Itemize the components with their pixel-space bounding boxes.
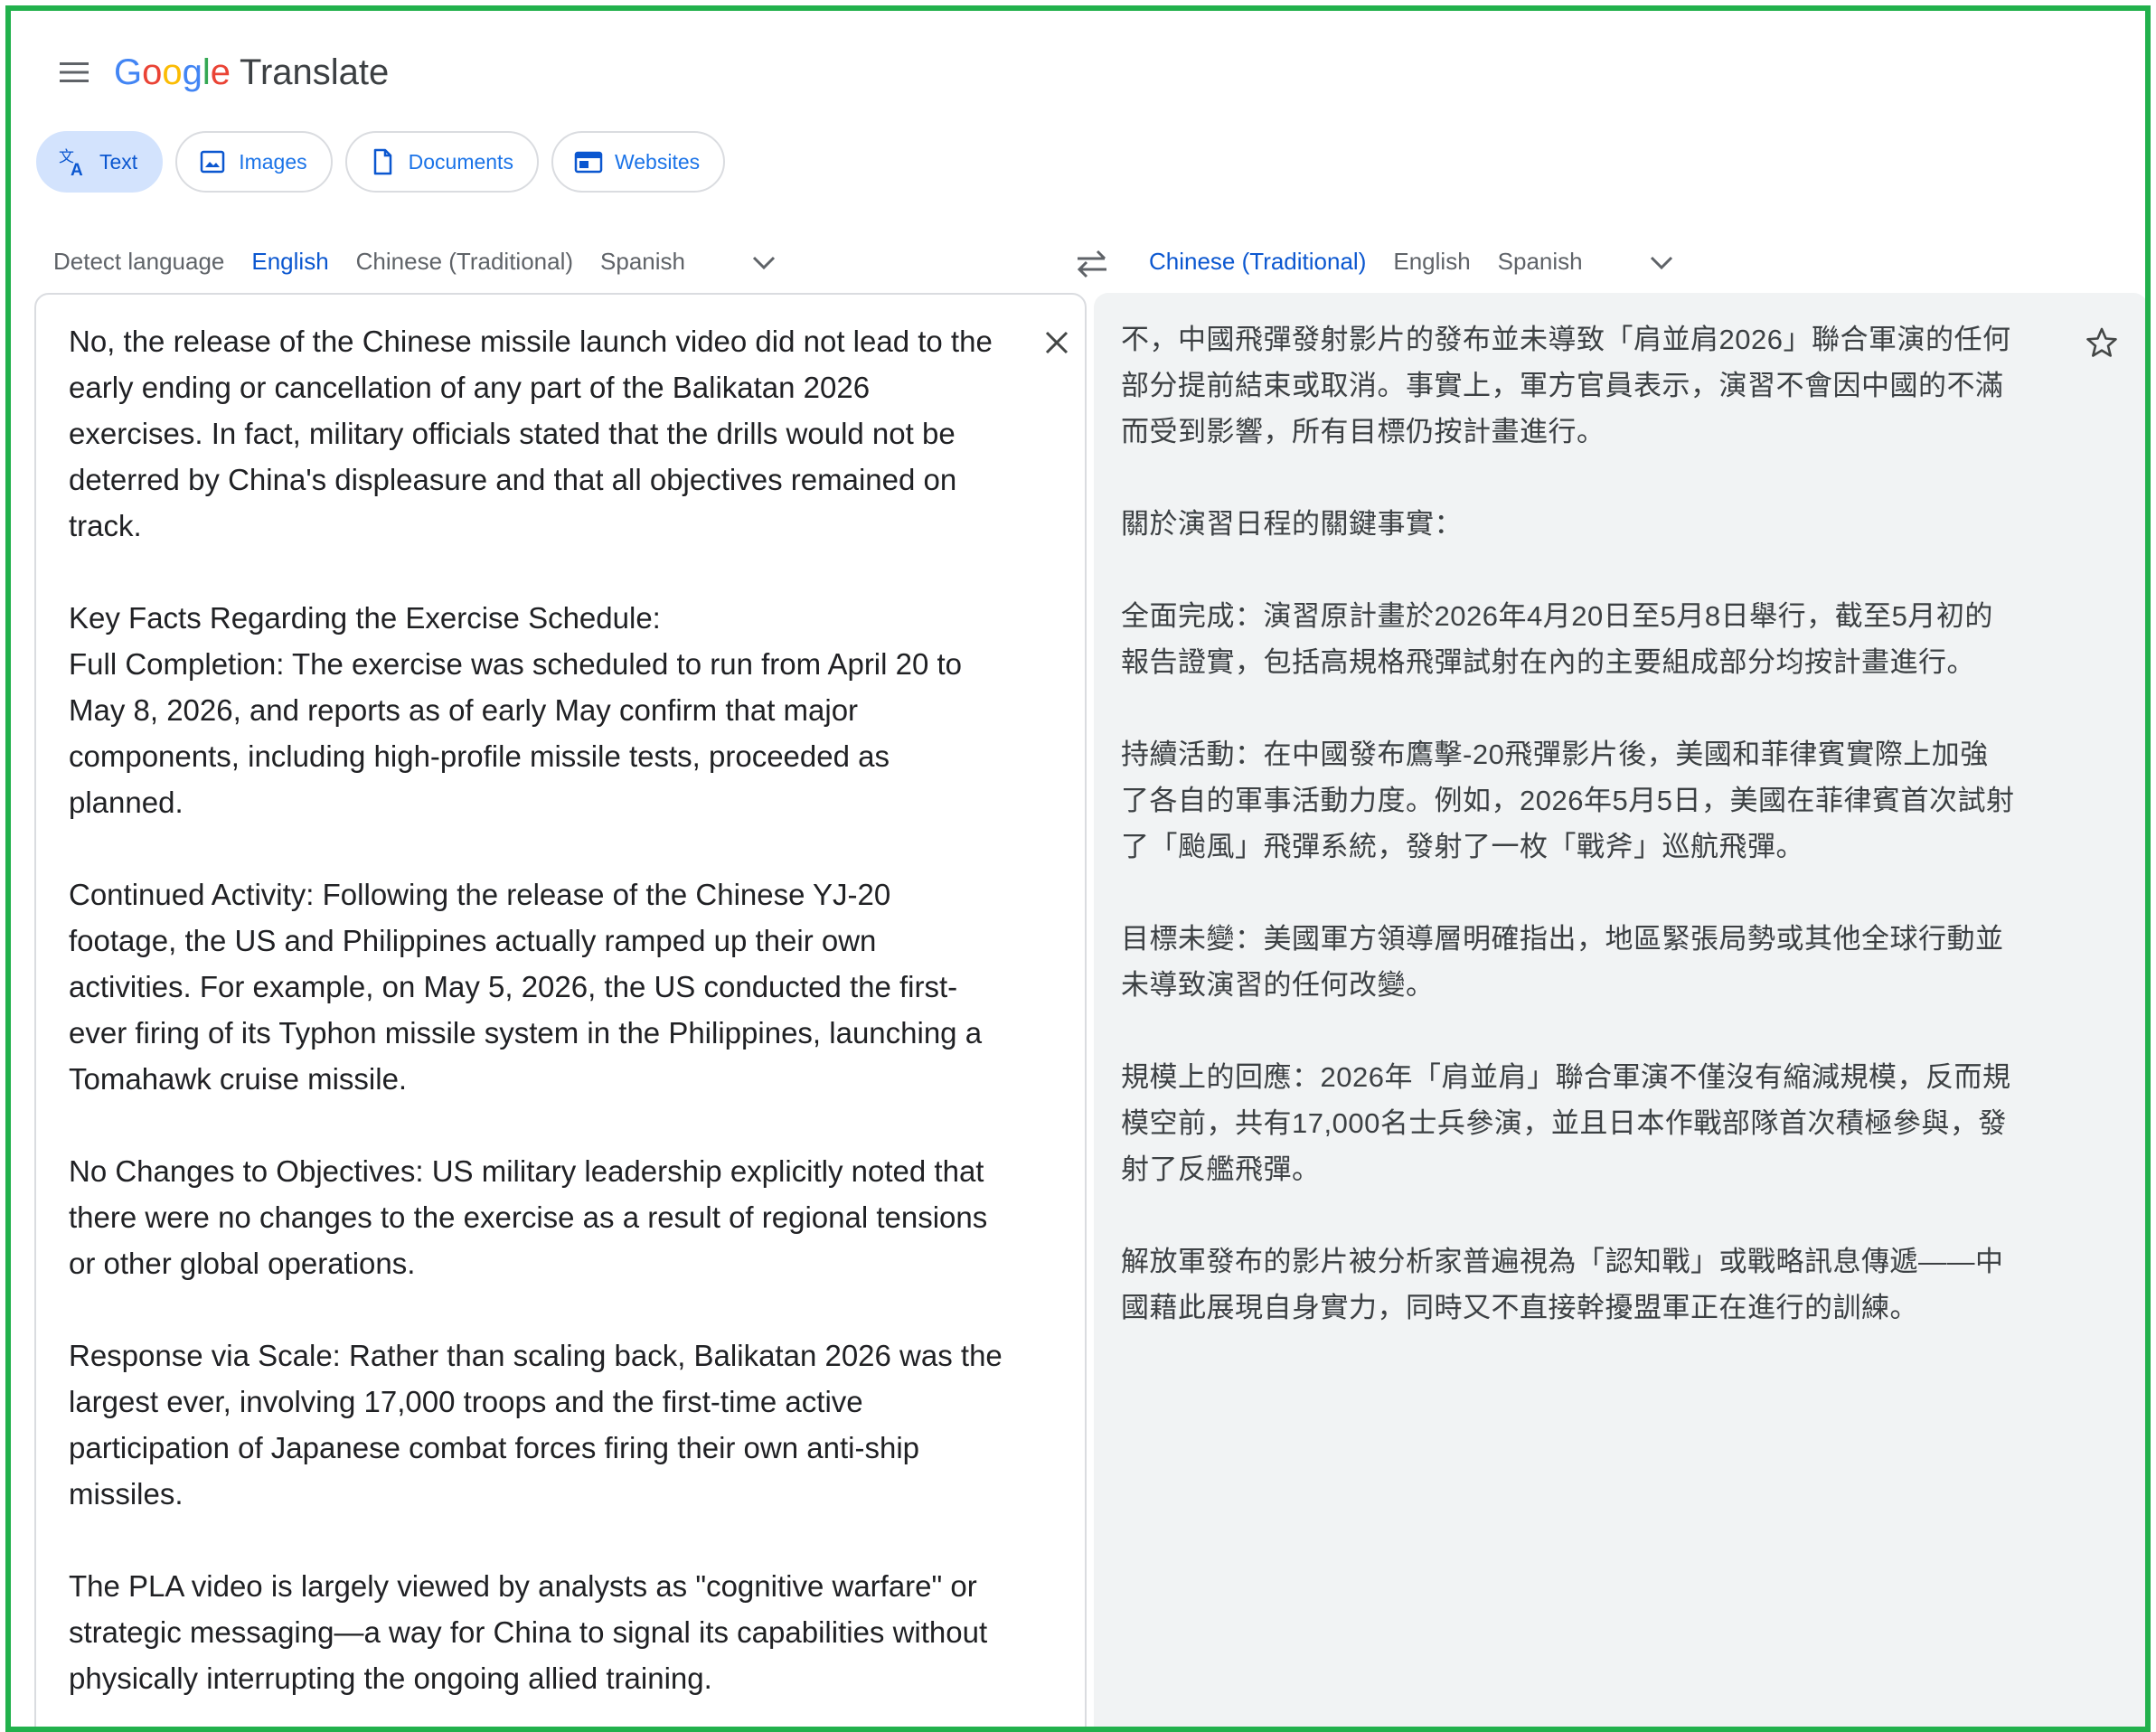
star-icon <box>2086 327 2117 357</box>
source-lang-detect[interactable]: Detect language <box>40 228 238 298</box>
clear-source-text-button[interactable] <box>1036 322 1078 363</box>
logo-letter: l <box>202 52 211 92</box>
swap-languages-button[interactable] <box>1065 237 1119 291</box>
mode-tab-websites[interactable]: Websites <box>551 131 726 193</box>
save-translation-button[interactable] <box>2079 320 2124 365</box>
source-lang-spanish[interactable]: Spanish <box>587 228 699 298</box>
google-logo: Google <box>114 52 231 93</box>
target-lang-spanish[interactable]: Spanish <box>1484 228 1596 298</box>
mode-tab-label: Images <box>239 149 307 174</box>
app-window: Google Translate 文 A Text Images Documen… <box>5 5 2151 1732</box>
source-text-panel: No, the release of the Chinese missile l… <box>34 293 1087 1727</box>
logo-letter: g <box>182 52 202 92</box>
source-lang-chinese-traditional[interactable]: Chinese (Traditional) <box>343 228 587 298</box>
google-translate-logo[interactable]: Google Translate <box>114 45 389 99</box>
swap-languages-icon <box>1077 249 1106 278</box>
target-more-languages-button[interactable] <box>1636 238 1687 288</box>
logo-letter: o <box>142 52 163 92</box>
website-icon <box>573 146 604 177</box>
hamburger-menu-icon <box>60 62 89 82</box>
logo-letter: o <box>162 52 183 92</box>
source-text-input[interactable]: No, the release of the Chinese missile l… <box>69 318 1009 1701</box>
target-lang-english[interactable]: English <box>1379 228 1483 298</box>
source-lang-english[interactable]: English <box>238 228 343 298</box>
target-lang-chinese-traditional[interactable]: Chinese (Traditional) <box>1135 228 1380 298</box>
mode-tab-label: Text <box>99 149 138 174</box>
translate-icon: 文 A <box>58 146 89 177</box>
chevron-down-icon <box>1650 256 1672 270</box>
logo-letter: G <box>114 52 143 92</box>
mode-tab-text[interactable]: 文 A Text <box>36 131 164 193</box>
target-language-bar: Chinese (Traditional) English Spanish <box>1135 228 1687 298</box>
mode-tab-documents[interactable]: Documents <box>344 131 539 193</box>
logo-letter: e <box>210 52 231 92</box>
image-icon <box>197 146 228 177</box>
chevron-down-icon <box>752 256 776 270</box>
mode-tab-label: Documents <box>408 149 513 174</box>
main-menu-button[interactable] <box>47 45 101 99</box>
translation-output: 不，中國飛彈發射影片的發布並未導致「肩並肩2026」聯合軍演的任何 部分提前結束… <box>1121 324 2015 1323</box>
close-icon <box>1045 331 1069 354</box>
app-header: Google Translate <box>11 11 2145 119</box>
mode-tabs: 文 A Text Images Documents Websites <box>36 131 726 193</box>
document-icon <box>367 146 398 177</box>
source-language-bar: Detect language English Chinese (Traditi… <box>40 228 789 298</box>
mode-tab-images[interactable]: Images <box>175 131 333 193</box>
svg-text:A: A <box>71 161 83 177</box>
mode-tab-label: Websites <box>614 149 701 174</box>
source-more-languages-button[interactable] <box>739 238 789 288</box>
translation-panel: 不，中國飛彈發射影片的發布並未導致「肩並肩2026」聯合軍演的任何 部分提前結束… <box>1094 293 2145 1727</box>
product-name: Translate <box>240 52 390 92</box>
